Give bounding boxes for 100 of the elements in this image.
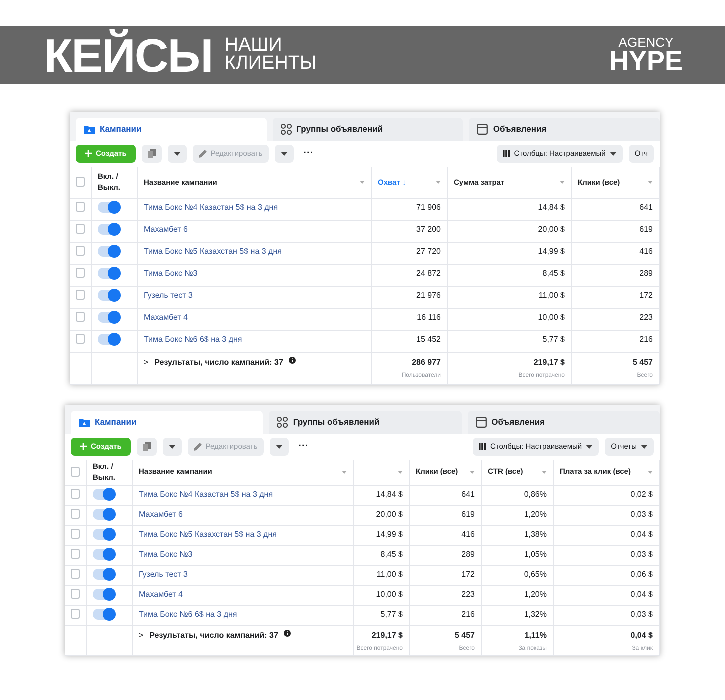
toggle-switch[interactable] [93,588,115,600]
select-all-checkbox[interactable] [76,177,85,188]
row-checkbox[interactable] [76,268,85,278]
campaign-link[interactable]: Тима Бокс №5 Казахстан 5$ на 3 дня [139,528,277,540]
campaign-link[interactable]: Махамбет 4 [144,312,188,324]
table-cell: 619 [640,224,653,236]
campaign-link[interactable]: Махамбет 6 [139,508,183,520]
toggle-switch[interactable] [93,528,115,540]
caret-icon [586,444,594,448]
dropdown-button[interactable] [274,144,294,163]
logo-text: AGENCY [618,37,674,49]
row-checkbox[interactable] [71,588,80,598]
table-cell: 10,00 $ [376,588,403,600]
plus-icon [80,443,87,450]
campaign-link[interactable]: Махамбет 4 [139,588,183,600]
toggle-switch[interactable] [98,268,120,279]
row-checkbox[interactable] [76,202,85,212]
duplicate-button[interactable] [142,144,162,163]
table-cell: 1,38% [524,528,547,540]
toggle-switch[interactable] [98,290,120,301]
table-cell: 0,04 $ [630,588,653,600]
table-cell: 0,04 $ [630,528,653,540]
toggle-switch[interactable] [93,508,115,520]
table-cell: 14,99 $ [538,246,565,258]
tab[interactable]: Объявления [469,118,660,141]
caret-icon [641,444,648,448]
caret-icon [610,152,617,156]
table-cell: 1,20% [524,588,547,600]
campaign-link[interactable]: Тима Бокс №6 6$ на 3 дня [139,608,238,620]
toggle-switch[interactable] [93,568,115,580]
duplicate-button[interactable] [136,438,157,456]
pencil-icon [198,150,207,158]
table-cell: 1,20% [524,508,547,520]
window-icon [476,416,487,428]
campaign-link[interactable]: Тима Бокс №3 [144,268,198,280]
table-cell: 5,77 $ [542,334,565,346]
tab[interactable]: Кампании [76,118,267,141]
table-cell: 20,00 $ [538,224,565,236]
more-button[interactable]: ··· [300,146,318,162]
row-checkbox[interactable] [71,488,80,498]
dropdown-button[interactable] [162,438,182,456]
expand-chevron[interactable]: > [144,356,149,369]
table-cell: 641 [640,202,653,214]
toggle-switch[interactable] [98,246,120,257]
table-cell: 24 872 [416,268,441,280]
campaign-link[interactable]: Гузель тест 3 [144,290,193,302]
toggle-switch[interactable] [93,608,115,620]
table-cell: 11,00 $ [538,290,565,302]
campaign-link[interactable]: Тима Бокс №6 6$ на 3 дня [144,334,242,346]
table-cell: 14,99 $ [376,528,403,540]
table-cell: 14,84 $ [376,488,403,500]
row-checkbox[interactable] [76,246,85,256]
toggle-switch[interactable] [98,334,120,345]
sort-caret-icon [360,180,365,184]
table-cell: 10,00 $ [538,312,565,324]
toggle-switch[interactable] [98,224,120,235]
campaign-link[interactable]: Тима Бокс №4 Казастан 5$ на 3 дня [139,488,274,500]
dropdown-button[interactable] [168,144,187,163]
campaign-link[interactable]: Тима Бокс №3 [139,548,193,560]
table-cell: 21 976 [416,290,441,302]
row-checkbox[interactable] [76,224,85,234]
tab[interactable]: Кампании [71,410,264,434]
row-checkbox[interactable] [71,508,80,518]
total-value: 219,17 $ [372,630,403,642]
row-checkbox[interactable] [76,334,85,344]
select-all-checkbox[interactable] [71,467,80,477]
campaign-link[interactable]: Махамбет 6 [144,224,188,236]
totals-label: Результаты, число кампаний: 37 [154,356,284,369]
row-checkbox[interactable] [71,528,80,538]
table-cell: 27 720 [416,246,441,258]
row-checkbox[interactable] [71,608,80,618]
dropdown-button[interactable] [270,438,289,456]
table-cell: 416 [640,246,653,258]
table-cell: 0,03 $ [630,608,653,620]
sort-caret-icon [398,470,403,474]
campaign-link[interactable]: Тима Бокс №5 Казахстан 5$ на 3 дня [144,246,282,258]
toggle-switch[interactable] [98,312,120,323]
toggle-switch[interactable] [93,488,115,500]
tab[interactable]: Группы объявлений [272,118,464,141]
tab[interactable]: Объявления [468,410,660,434]
banner-subtitle: НАШИ КЛИЕНТЫ [224,36,317,74]
toggle-switch[interactable] [93,548,115,560]
table-cell: 619 [462,508,475,520]
campaign-link[interactable]: Гузель тест 3 [139,568,188,580]
row-checkbox[interactable] [71,548,80,558]
sort-caret-icon [342,470,347,474]
caret-icon [168,444,176,448]
more-button[interactable]: ··· [294,439,313,454]
tab[interactable]: Группы объявлений [269,410,462,434]
columns-icon [503,150,510,158]
toggle-switch[interactable] [98,202,120,213]
row-checkbox[interactable] [76,312,85,322]
table-cell: 20,00 $ [376,508,403,520]
campaign-link[interactable]: Тима Бокс №4 Казастан 5$ на 3 дня [144,202,278,214]
expand-chevron[interactable]: > [139,630,144,642]
table-cell: 8,45 $ [380,548,403,560]
row-checkbox[interactable] [76,290,85,300]
row-checkbox[interactable] [71,568,80,578]
logo-text: HYPE [609,48,683,73]
sort-caret-icon [560,180,565,184]
